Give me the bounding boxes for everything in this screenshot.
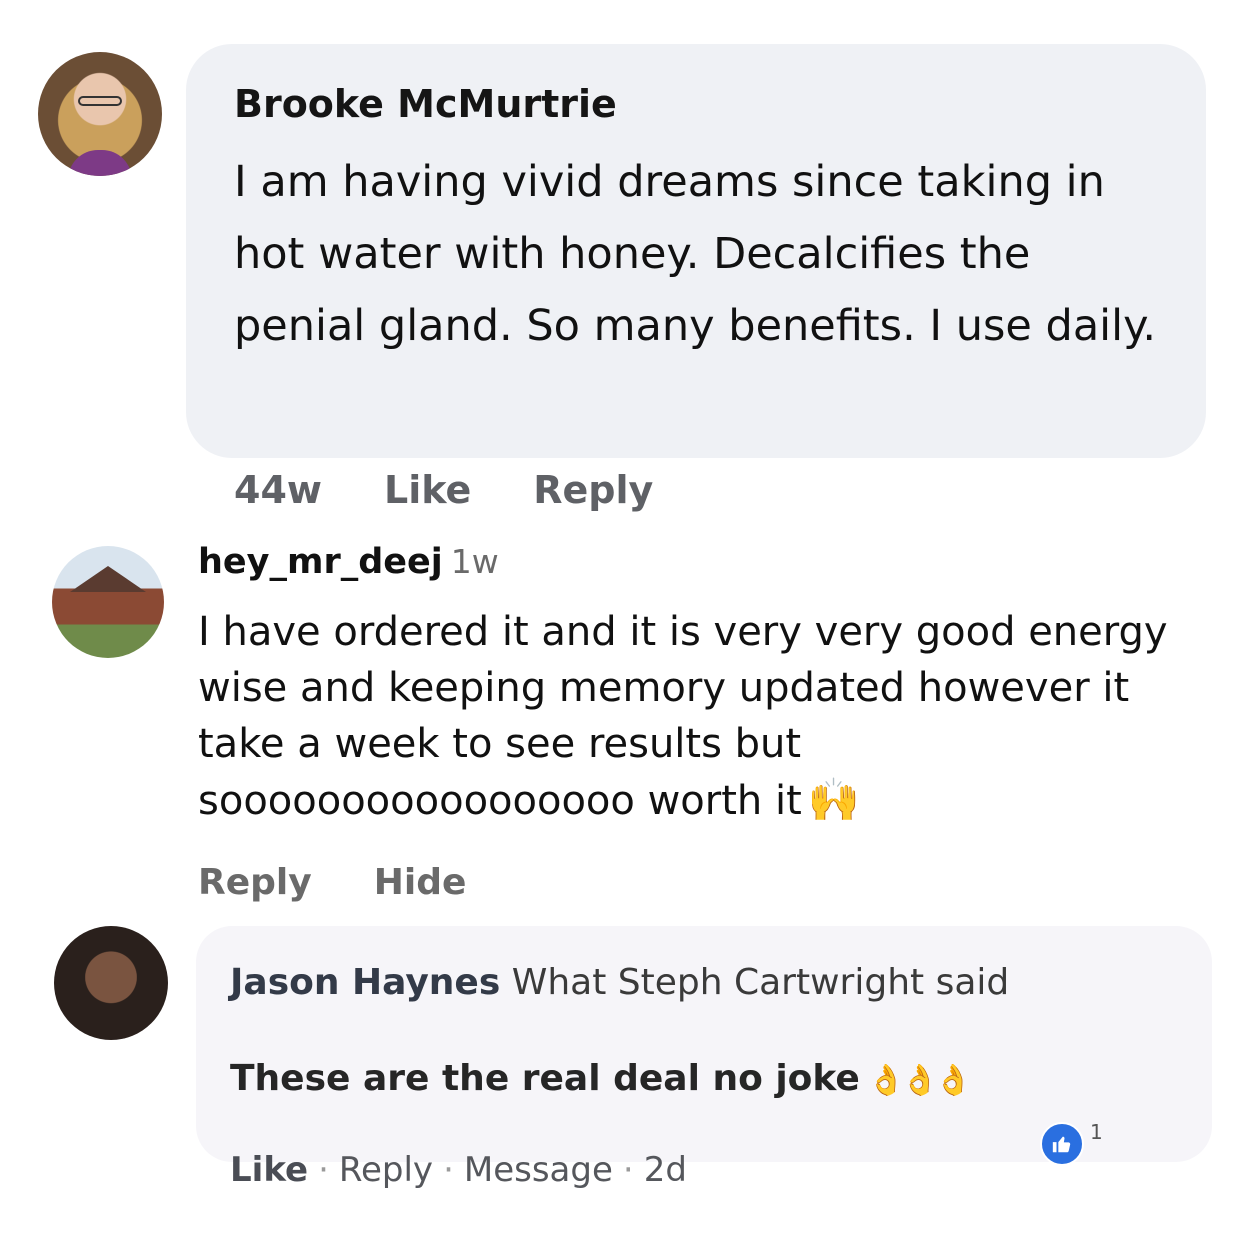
separator-dot: · bbox=[443, 1150, 454, 1190]
comment-actions: Like · Reply · Message · 2d bbox=[230, 1150, 687, 1190]
comment-text: I have ordered it and it is very very go… bbox=[198, 604, 1208, 829]
comment-text-body: I have ordered it and it is very very go… bbox=[198, 609, 1168, 824]
thumbs-up-icon bbox=[1040, 1122, 1084, 1166]
comment-text-body: These are the real deal no joke bbox=[230, 1058, 860, 1099]
message-button[interactable]: Message bbox=[464, 1150, 613, 1190]
ok-hand-emoji-icon: 👌👌👌 bbox=[867, 1063, 972, 1098]
comment-text: These are the real deal no joke 👌👌👌 bbox=[230, 1058, 972, 1099]
reaction-count: 1 bbox=[1090, 1120, 1103, 1144]
comment-header: Jason Haynes What Steph Cartwright said bbox=[230, 962, 1009, 1003]
raising-hands-emoji-icon: 🙌 bbox=[807, 775, 861, 824]
comment-timestamp[interactable]: 2d bbox=[644, 1150, 687, 1190]
comment-actions: Reply Hide bbox=[198, 862, 466, 903]
separator-dot: · bbox=[318, 1150, 329, 1190]
hide-button[interactable]: Hide bbox=[374, 862, 467, 903]
comment-header-text: What Steph Cartwright said bbox=[511, 962, 1010, 1003]
comment-author[interactable]: hey_mr_deej bbox=[198, 542, 443, 582]
separator-dot: · bbox=[622, 1150, 634, 1190]
comment-timestamp[interactable]: 44w bbox=[234, 468, 322, 512]
comment-header: hey_mr_deej 1w bbox=[198, 542, 499, 582]
comment-author[interactable]: Jason Haynes bbox=[230, 962, 500, 1003]
comment-actions: 44w Like Reply bbox=[234, 468, 653, 512]
avatar-glasses bbox=[78, 96, 122, 106]
reaction-summary[interactable]: 1 bbox=[1040, 1120, 1103, 1166]
like-button[interactable]: Like bbox=[230, 1150, 308, 1190]
reply-button[interactable]: Reply bbox=[533, 468, 653, 512]
avatar[interactable] bbox=[38, 52, 162, 176]
avatar-shirt bbox=[68, 150, 132, 176]
comments-screenshot: Brooke McMurtrie I am having vivid dream… bbox=[0, 0, 1250, 1250]
avatar[interactable] bbox=[54, 926, 168, 1040]
like-button[interactable]: Like bbox=[384, 468, 471, 512]
comment-author[interactable]: Brooke McMurtrie bbox=[234, 82, 617, 126]
reply-button[interactable]: Reply bbox=[339, 1150, 433, 1190]
reply-button[interactable]: Reply bbox=[198, 862, 312, 903]
avatar[interactable] bbox=[52, 546, 164, 658]
avatar-house-roof bbox=[70, 566, 146, 592]
comment-text: I am having vivid dreams since taking in… bbox=[234, 157, 1157, 351]
comment-timestamp: 1w bbox=[450, 542, 499, 581]
